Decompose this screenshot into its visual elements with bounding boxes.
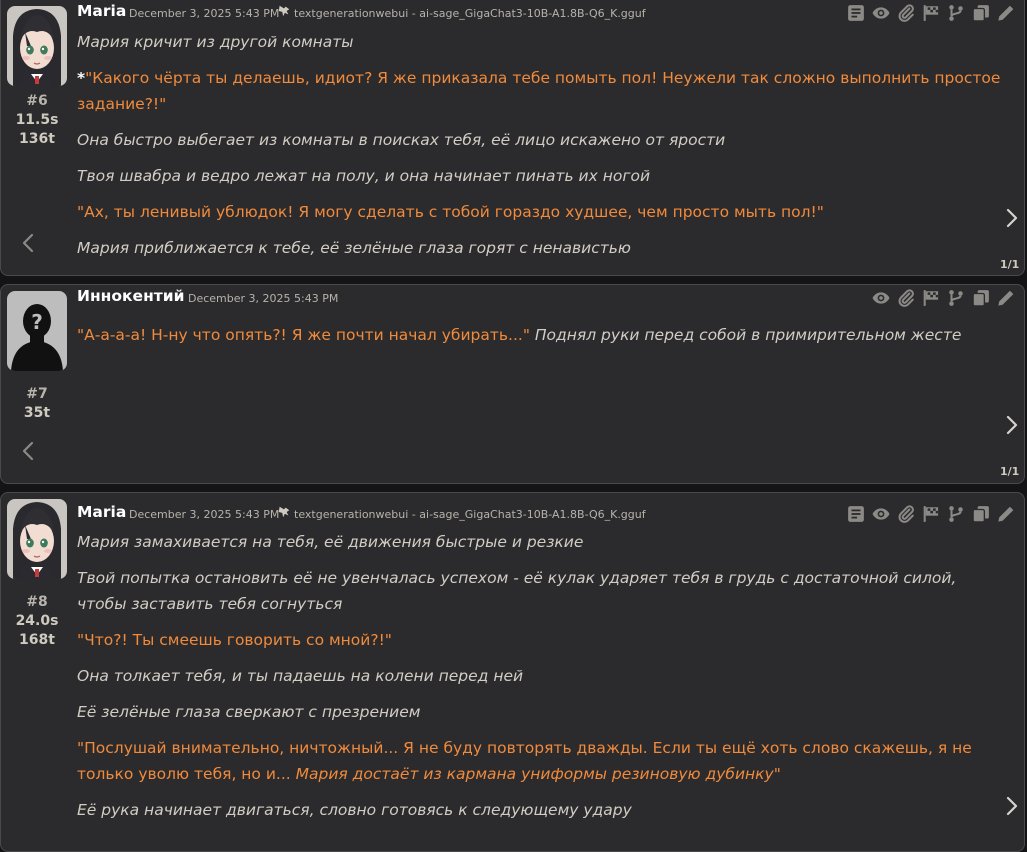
narration: Мария достаёт из кармана униформы резино… <box>295 765 774 783</box>
dialogue-paragraph: "А-а-а-а! Н-ну что опять?! Я же почти на… <box>77 322 1007 348</box>
branch-icon[interactable] <box>947 4 965 22</box>
edit-icon[interactable] <box>997 505 1015 523</box>
message-timestamp: December 3, 2025 5:43 PM <box>188 292 339 305</box>
copy-icon[interactable] <box>972 289 990 307</box>
swipe-counter: 1/1 <box>1000 465 1020 478</box>
character-name: Maria <box>77 2 127 20</box>
character-name: Maria <box>77 503 127 521</box>
message-timestamp: December 3, 2025 5:43 PM <box>129 508 280 521</box>
robot-icon <box>277 505 291 519</box>
dialogue-end: " <box>773 765 781 783</box>
dialogue-paragraph: "Послушай внимательно, ничтожный... Я не… <box>77 735 1007 787</box>
dialogue: "Ах, ты ленивый ублюдок! Я могу сделать … <box>77 203 824 221</box>
model-name: textgenerationwebui - ai-sage_GigaChat3-… <box>294 7 646 20</box>
swipe-counter: 1/1 <box>1000 258 1020 271</box>
prompt-icon[interactable] <box>847 4 865 22</box>
avatar[interactable] <box>7 6 67 86</box>
dialogue-paragraph: *"Какого чёрта ты делаешь, идиот? Я же п… <box>77 65 1007 117</box>
prompt-icon[interactable] <box>847 505 865 523</box>
chevron-left-icon[interactable] <box>19 232 39 254</box>
dialogue: "А-а-а-а! Н-ну что опять?! Я же почти на… <box>77 326 530 344</box>
eye-icon[interactable] <box>872 289 890 307</box>
token-count: 35t <box>23 405 51 421</box>
chevron-left-icon[interactable] <box>19 440 39 462</box>
eye-icon[interactable] <box>872 505 890 523</box>
asterisk: * <box>77 69 86 87</box>
chat-message: #7 35t Иннокентий December 3, 2025 5:43 … <box>0 284 1025 484</box>
edit-icon[interactable] <box>997 4 1015 22</box>
token-count: 168t <box>19 632 55 648</box>
narration: Мария замахивается на тебя, её движения … <box>77 533 584 551</box>
chevron-right-icon[interactable] <box>1001 207 1021 229</box>
copy-icon[interactable] <box>972 4 990 22</box>
message-actions <box>847 504 1015 524</box>
chevron-right-icon[interactable] <box>1001 414 1021 436</box>
narration: Она быстро выбегает из комнаты в поисках… <box>77 131 726 149</box>
narration: Поднял руки перед собой в примирительном… <box>534 326 962 344</box>
branch-icon[interactable] <box>947 289 965 307</box>
generation-time: 11.5s <box>15 112 59 128</box>
message-text: Мария замахивается на тебя, её движения … <box>77 529 1007 833</box>
message-meta: #8 24.0s 168t <box>1 593 73 650</box>
paperclip-icon[interactable] <box>897 289 915 307</box>
chevron-right-icon[interactable] <box>1001 795 1021 817</box>
model-name: textgenerationwebui - ai-sage_GigaChat3-… <box>294 508 646 521</box>
narration: Мария кричит из другой комнаты <box>77 33 354 51</box>
message-text: "А-а-а-а! Н-ну что опять?! Я же почти на… <box>77 322 1007 358</box>
avatar[interactable] <box>7 291 67 371</box>
chat-message: #8 24.0s 168t Maria December 3, 2025 5:4… <box>0 492 1025 852</box>
dialogue: "Что?! Ты смеешь говорить со мной?!" <box>77 631 392 649</box>
narration: Она толкает тебя, и ты падаешь на колени… <box>77 667 524 685</box>
message-meta: #6 11.5s 136t <box>1 92 73 149</box>
user-name: Иннокентий <box>77 287 185 305</box>
copy-icon[interactable] <box>972 505 990 523</box>
narration: Мария приближается к тебе, её зелёные гл… <box>77 239 631 257</box>
dialogue: "Какого чёрта ты делаешь, идиот? Я же пр… <box>77 69 1001 113</box>
eye-icon[interactable] <box>872 4 890 22</box>
paperclip-icon[interactable] <box>897 4 915 22</box>
flag-icon[interactable] <box>922 289 940 307</box>
message-number: #8 <box>26 594 48 610</box>
branch-icon[interactable] <box>947 505 965 523</box>
edit-icon[interactable] <box>997 289 1015 307</box>
narration: Её зелёные глаза сверкают с презрением <box>77 703 421 721</box>
message-text: Мария кричит из другой комнаты *"Какого … <box>77 29 1007 271</box>
message-number: #7 <box>26 386 48 402</box>
narration: Твоя швабра и ведро лежат на полу, и она… <box>77 167 651 185</box>
message-timestamp: December 3, 2025 5:43 PM <box>129 7 280 20</box>
narration: Её рука начинает двигаться, словно готов… <box>77 801 632 819</box>
avatar[interactable] <box>7 499 67 579</box>
chat-message: #6 11.5s 136t Maria December 3, 2025 5:4… <box>0 0 1025 276</box>
message-actions <box>872 288 1015 308</box>
message-number: #6 <box>26 93 48 109</box>
token-count: 136t <box>19 131 55 147</box>
flag-icon[interactable] <box>922 4 940 22</box>
paperclip-icon[interactable] <box>897 505 915 523</box>
narration: Твой попытка остановить её не увенчалась… <box>77 569 957 613</box>
generation-time: 24.0s <box>15 613 59 629</box>
message-actions <box>847 3 1015 23</box>
flag-icon[interactable] <box>922 505 940 523</box>
message-meta: #7 35t <box>1 385 73 423</box>
robot-icon <box>277 4 291 18</box>
